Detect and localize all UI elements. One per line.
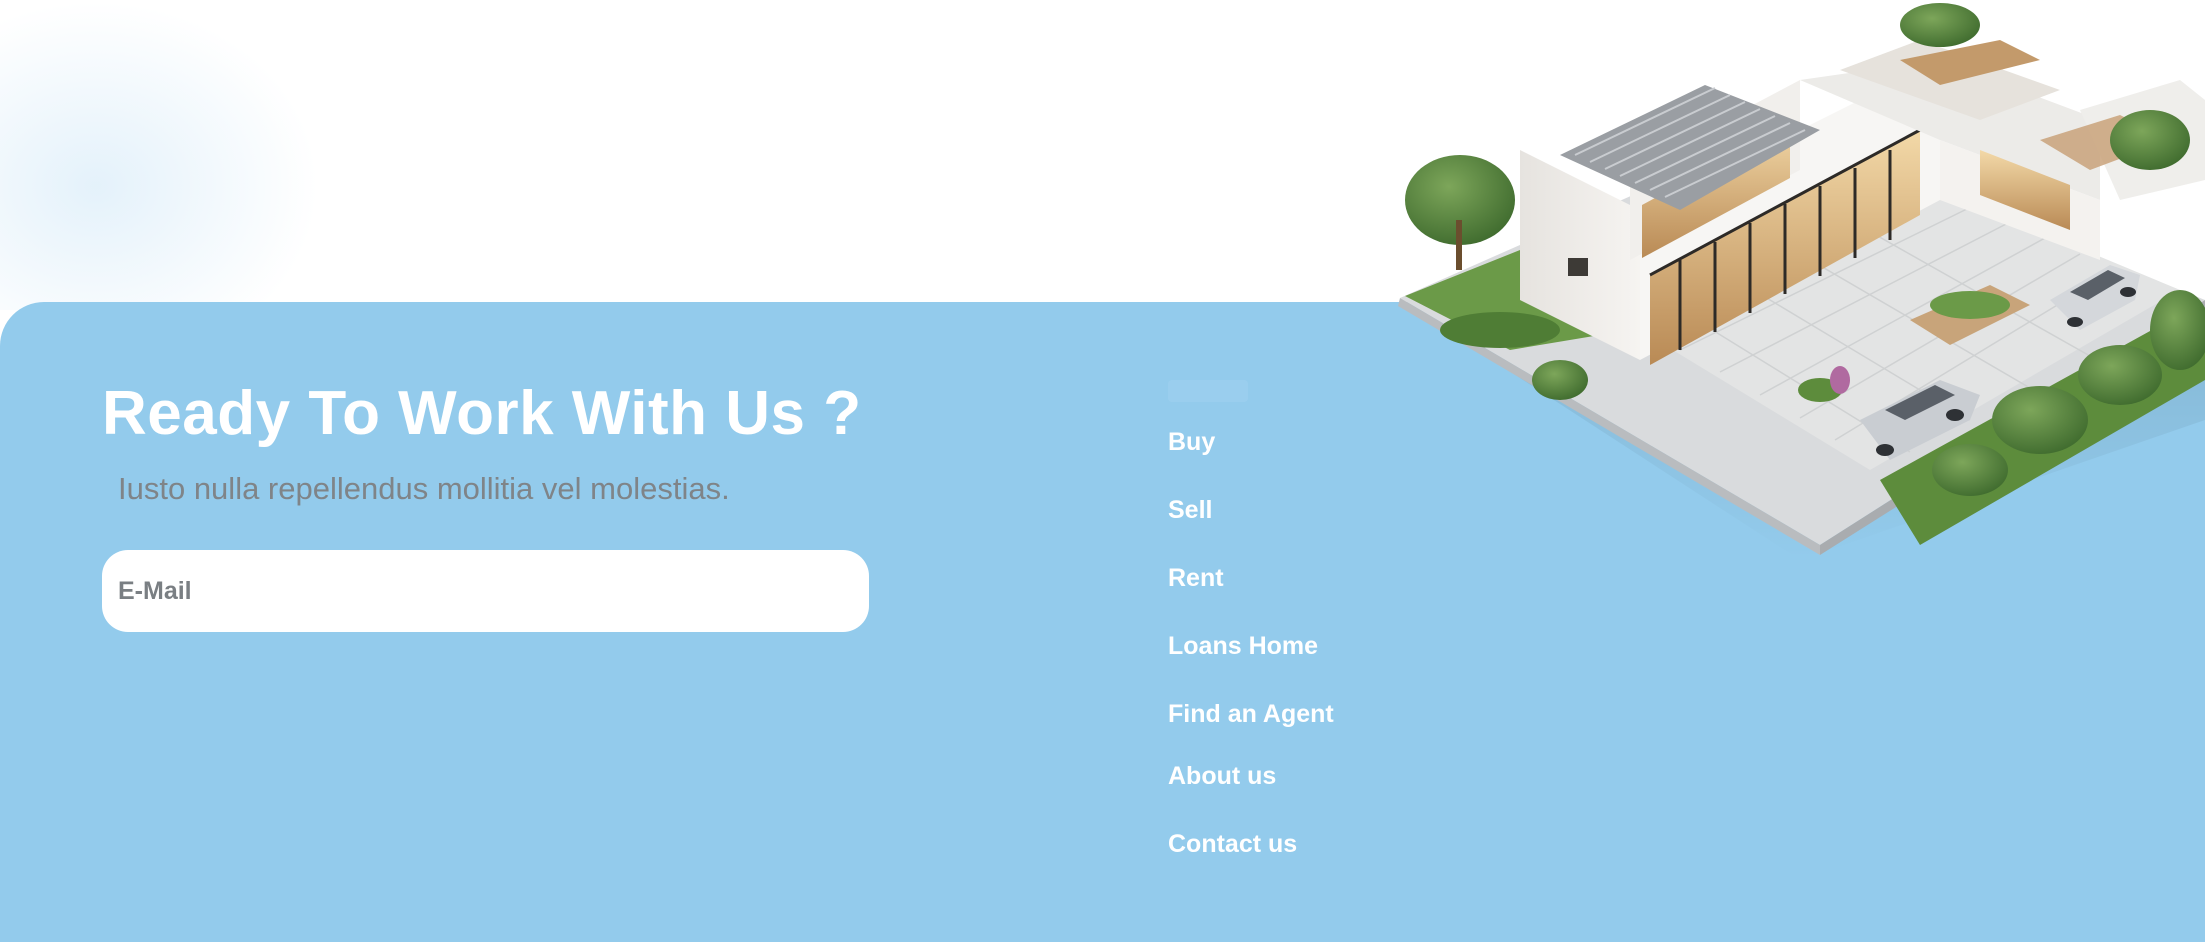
page: Ready To Work With Us ? Iusto nulla repe…: [0, 0, 2205, 942]
cta-title: Ready To Work With Us ?: [102, 379, 862, 448]
email-input[interactable]: [102, 550, 869, 632]
nav-link-sell[interactable]: Sell: [1168, 496, 1212, 525]
nav-link-about-us[interactable]: About us: [1168, 762, 1276, 791]
cta-subtitle: Iusto nulla repellendus mollitia vel mol…: [118, 471, 730, 506]
isometric-house-illustration: [1398, 3, 2205, 560]
email-field-container: [102, 550, 869, 632]
nav-link-buy[interactable]: Buy: [1168, 428, 1215, 457]
nav-link-loans-home[interactable]: Loans Home: [1168, 632, 1318, 661]
house-illustration: [1380, 0, 2205, 560]
background-glow: [0, 0, 320, 310]
nav-link-rent[interactable]: Rent: [1168, 564, 1224, 593]
nav-heading-placeholder: [1168, 380, 1248, 402]
nav-link-find-an-agent[interactable]: Find an Agent: [1168, 700, 1334, 729]
nav-link-contact-us[interactable]: Contact us: [1168, 830, 1297, 859]
